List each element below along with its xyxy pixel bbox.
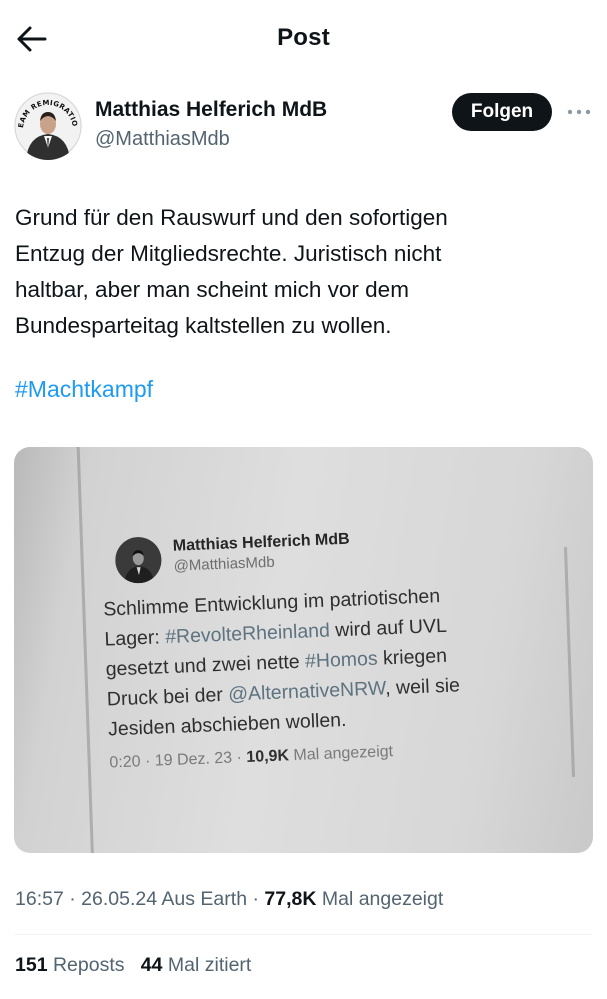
reposts-count: 151	[15, 954, 48, 976]
post-text-line: Entzug der Mitgliedsrechte. Juristisch n…	[15, 241, 442, 266]
embedded-time: 0:20	[109, 753, 141, 772]
quotes-stat[interactable]: 44 Mal zitiert	[141, 954, 252, 976]
paper-edge	[75, 447, 96, 853]
embedded-date: 19 Dez. 23	[154, 749, 233, 770]
embedded-author-name: Matthias Helferich MdB	[172, 530, 350, 555]
embedded-tweet-photo: Matthias Helferich MdB @MatthiasMdb Schl…	[92, 508, 562, 772]
engagement-stats: 151 Reposts 44 Mal zitiert	[15, 954, 251, 977]
post-text-line: Bundesparteitag kaltstellen zu wollen.	[15, 313, 392, 338]
quotes-count: 44	[140, 954, 163, 976]
views-count: 77,8K	[264, 888, 317, 910]
top-bar: Post	[0, 0, 607, 76]
reposts-label: Reposts	[52, 954, 125, 976]
post-text: Grund für den Rauswurf und den sofortige…	[15, 200, 595, 344]
embedded-mention: @AlternativeNRW	[227, 677, 386, 706]
embedded-views-count: 10,9K	[246, 747, 290, 766]
author-name[interactable]: Matthias Helferich MdB	[95, 98, 327, 122]
post-author: TEAM REMIGRATION Matthias Helferich MdB …	[0, 88, 607, 168]
embedded-author-handle: @MatthiasMdb	[173, 553, 276, 575]
post-time[interactable]: 16:57	[15, 888, 64, 910]
post-text-line: haltbar, aber man scheint mich vor dem	[15, 277, 409, 302]
quotes-label: Mal zitiert	[167, 954, 252, 976]
views-label: Mal angezeigt	[321, 888, 444, 910]
page-title: Post	[277, 24, 330, 51]
embedded-hashtag: #Homos	[304, 647, 379, 673]
embedded-avatar	[114, 536, 163, 585]
post-source: Aus Earth	[161, 888, 248, 910]
more-horizontal-icon	[567, 109, 591, 115]
post-text-line: Grund für den Rauswurf und den sofortige…	[15, 205, 448, 230]
embedded-tweet-meta: 0:20 · 19 Dez. 23 · 10,9K Mal angezeigt	[109, 743, 394, 772]
post-meta: 16:57 · 26.05.24 Aus Earth · 77,8K Mal a…	[15, 888, 444, 910]
hashtag-link[interactable]: #Machtkampf	[15, 376, 153, 403]
follow-button[interactable]: Folgen	[452, 93, 552, 131]
reposts-stat[interactable]: 151 Reposts	[15, 954, 125, 976]
author-handle[interactable]: @MatthiasMdb	[95, 128, 230, 151]
avatar[interactable]: TEAM REMIGRATION	[14, 92, 82, 160]
divider	[15, 934, 592, 935]
embedded-views-label: Mal angezeigt	[293, 743, 394, 765]
post-image[interactable]: Matthias Helferich MdB @MatthiasMdb Schl…	[14, 447, 593, 853]
embedded-hashtag: #RevolteRheinland	[164, 619, 331, 649]
post-date[interactable]: 26.05.24	[81, 888, 157, 910]
more-options-button[interactable]	[566, 102, 592, 122]
embedded-tweet-text: Schlimme Entwicklung im patriotischen La…	[103, 576, 569, 744]
